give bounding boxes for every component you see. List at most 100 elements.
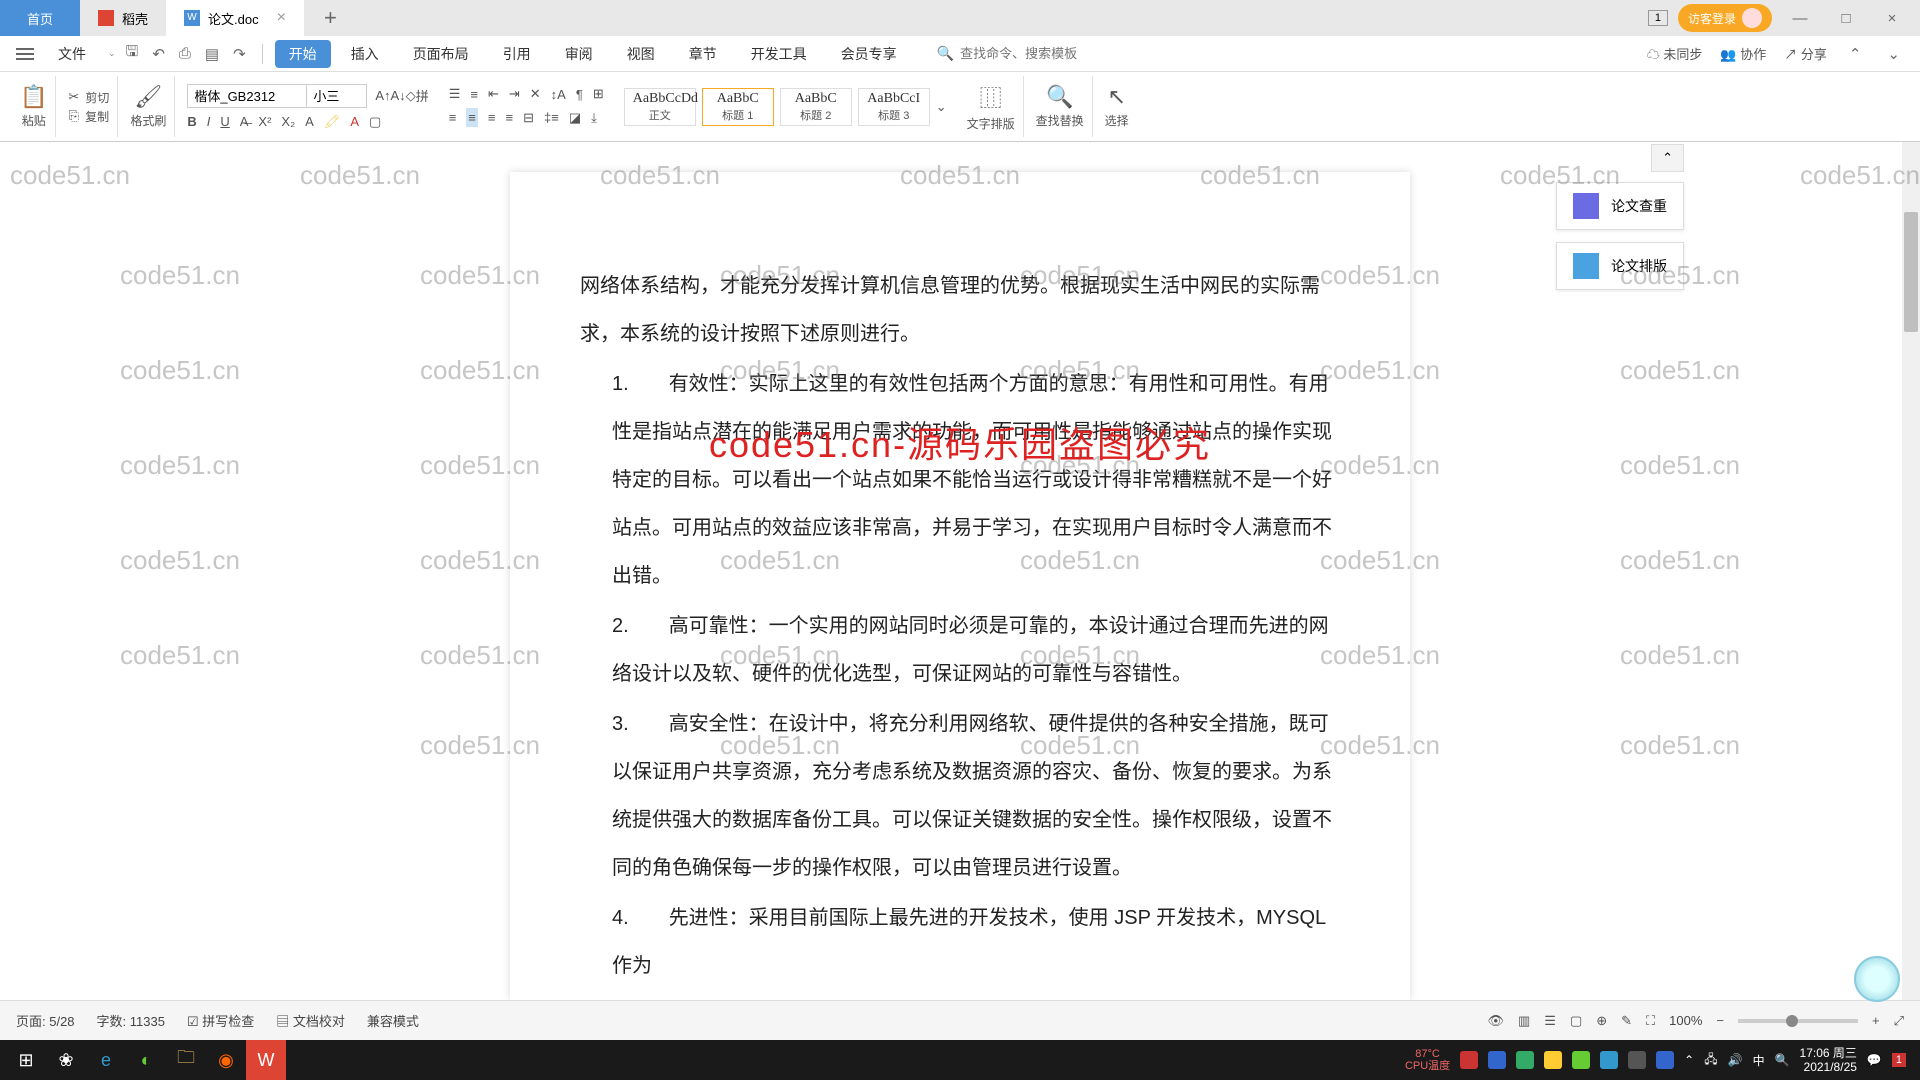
- notifications-icon[interactable]: 💬: [1867, 1053, 1882, 1067]
- char-border-icon[interactable]: ▢: [369, 114, 381, 130]
- view-reading-icon[interactable]: ▢: [1570, 1013, 1582, 1029]
- zoom-level[interactable]: 100%: [1669, 1013, 1702, 1028]
- taskbar-clock[interactable]: 17:06 周三2021/8/25: [1800, 1046, 1857, 1075]
- sync-status[interactable]: ☁ 未同步: [1647, 44, 1703, 63]
- tray-expand-icon[interactable]: ⌃: [1684, 1053, 1694, 1067]
- minimize-button[interactable]: —: [1782, 10, 1818, 27]
- view-page-icon[interactable]: ▥: [1518, 1013, 1530, 1029]
- align-right-icon[interactable]: ≡: [488, 110, 496, 125]
- style-heading1[interactable]: AaBbC标题 1: [702, 88, 774, 126]
- undo-icon[interactable]: ↶: [148, 45, 169, 63]
- wps-icon[interactable]: W: [246, 1040, 286, 1080]
- increase-font-icon[interactable]: A↑: [375, 88, 390, 103]
- tab-document[interactable]: W 论文.doc ×: [166, 0, 304, 36]
- menu-devtools[interactable]: 开发工具: [737, 40, 821, 68]
- redo-icon[interactable]: ↷: [229, 45, 250, 63]
- network-icon[interactable]: 🖧: [1704, 1050, 1717, 1071]
- strike-icon[interactable]: A̶: [240, 114, 249, 129]
- document-page[interactable]: 网络体系结构，才能充分发挥计算机信息管理的优势。根据现实生活中网民的实际需求，本…: [510, 172, 1410, 1000]
- clear-format-icon[interactable]: ◇: [406, 88, 416, 104]
- style-heading3[interactable]: AaBbCcI标题 3: [858, 88, 930, 126]
- view-outline-icon[interactable]: ☰: [1544, 1013, 1556, 1029]
- text-layout-icon[interactable]: ⿲: [980, 81, 1002, 113]
- eye-icon[interactable]: 👁: [1487, 1013, 1504, 1029]
- cursor-icon[interactable]: ↖: [1107, 84, 1125, 110]
- search-tray-icon[interactable]: 🔍: [1775, 1053, 1790, 1067]
- zoom-slider[interactable]: [1738, 1019, 1858, 1023]
- tray-icon[interactable]: [1544, 1051, 1562, 1069]
- menu-layout[interactable]: 页面布局: [399, 40, 483, 68]
- style-normal[interactable]: AaBbCcDd正文: [624, 88, 696, 126]
- bluetooth-icon[interactable]: [1656, 1051, 1674, 1069]
- menu-insert[interactable]: 插入: [337, 40, 393, 68]
- copy-icon[interactable]: ⎘: [69, 108, 79, 124]
- command-search-input[interactable]: [960, 46, 1100, 61]
- superscript-icon[interactable]: X²: [258, 114, 271, 129]
- tray-icon[interactable]: [1600, 1051, 1618, 1069]
- zoom-in-icon[interactable]: +: [1872, 1013, 1880, 1028]
- volume-icon[interactable]: 🔊: [1728, 1053, 1743, 1067]
- distribute-icon[interactable]: ⊟: [523, 110, 534, 126]
- close-icon[interactable]: ×: [277, 9, 286, 27]
- collab-button[interactable]: 👥 协作: [1720, 44, 1766, 63]
- cpu-temp-widget[interactable]: 87°CCPU温度: [1405, 1048, 1450, 1072]
- taskbar-app-icon[interactable]: ❀: [46, 1040, 86, 1080]
- menu-start[interactable]: 开始: [275, 40, 331, 68]
- fullscreen-icon[interactable]: ⤢: [1894, 1013, 1904, 1029]
- share-button[interactable]: ↗ 分享: [1784, 44, 1827, 63]
- styles-more-icon[interactable]: ⌄: [936, 99, 947, 115]
- phonetic-icon[interactable]: 拼: [416, 86, 429, 105]
- notification-badge[interactable]: 1: [1892, 1053, 1906, 1067]
- close-button[interactable]: ×: [1874, 10, 1910, 27]
- cut-icon[interactable]: ✂: [68, 89, 79, 105]
- print-icon[interactable]: ⎙: [175, 45, 195, 62]
- decrease-font-icon[interactable]: A↓: [391, 88, 406, 103]
- save-icon[interactable]: 🖫: [122, 41, 143, 66]
- word-count[interactable]: 字数: 11335: [97, 1011, 165, 1030]
- highlight-icon[interactable]: 🖍: [324, 114, 341, 130]
- style-heading2[interactable]: AaBbC标题 2: [780, 88, 852, 126]
- side-panel-toggle[interactable]: ⌃: [1651, 144, 1684, 172]
- fit-icon[interactable]: ⛶: [1646, 1013, 1655, 1029]
- paper-layout-button[interactable]: 论文排版: [1556, 242, 1684, 290]
- menu-chapter[interactable]: 章节: [675, 40, 731, 68]
- line-spacing-icon[interactable]: ↕A: [551, 87, 566, 102]
- scrollbar-thumb[interactable]: [1904, 212, 1918, 332]
- font-color-icon[interactable]: A: [350, 114, 359, 129]
- window-count-badge[interactable]: 1: [1648, 10, 1668, 26]
- zoom-out-icon[interactable]: −: [1716, 1013, 1724, 1028]
- brush-icon[interactable]: 🖌: [134, 84, 162, 110]
- subscript-icon[interactable]: X₂: [281, 114, 295, 129]
- sort-icon[interactable]: ✕: [530, 86, 541, 102]
- chevron-down-icon[interactable]: ⌄: [1883, 45, 1904, 63]
- border-icon[interactable]: ⊞: [593, 86, 604, 102]
- menu-file[interactable]: 文件: [44, 40, 100, 68]
- guest-login-button[interactable]: 访客登录: [1678, 4, 1772, 32]
- align-justify-icon[interactable]: ≡: [505, 110, 513, 125]
- bullet-list-icon[interactable]: ☰: [449, 86, 461, 102]
- new-tab-button[interactable]: +: [304, 5, 357, 31]
- menu-icon[interactable]: [16, 53, 34, 55]
- spell-check-toggle[interactable]: ☑ 拼写检查: [187, 1011, 254, 1030]
- tab-daoke[interactable]: 稻壳: [80, 0, 166, 36]
- paper-check-button[interactable]: 论文查重: [1556, 182, 1684, 230]
- line-height-icon[interactable]: ‡≡: [544, 110, 559, 125]
- menu-view[interactable]: 视图: [613, 40, 669, 68]
- ie-icon[interactable]: e: [86, 1040, 126, 1080]
- tab-home[interactable]: 首页: [0, 0, 80, 36]
- search-icon[interactable]: 🔍: [1046, 84, 1073, 110]
- tab-stop-icon[interactable]: ⤓: [591, 110, 597, 126]
- chevron-up-icon[interactable]: ⌃: [1845, 45, 1866, 63]
- tray-icon[interactable]: [1516, 1051, 1534, 1069]
- tray-icon[interactable]: [1460, 1051, 1478, 1069]
- paste-icon[interactable]: 📋: [20, 84, 47, 110]
- align-left-icon[interactable]: ≡: [449, 110, 457, 125]
- tray-icon[interactable]: [1488, 1051, 1506, 1069]
- explorer-icon[interactable]: 🗀: [166, 1040, 206, 1080]
- align-center-icon[interactable]: ≡: [466, 108, 478, 127]
- font-name-select[interactable]: [187, 84, 307, 108]
- page-indicator[interactable]: 页面: 5/28: [16, 1011, 75, 1030]
- show-marks-icon[interactable]: ¶: [576, 87, 583, 102]
- indent-icon[interactable]: ⇥: [509, 86, 520, 102]
- browser-icon[interactable]: ◐: [126, 1040, 166, 1080]
